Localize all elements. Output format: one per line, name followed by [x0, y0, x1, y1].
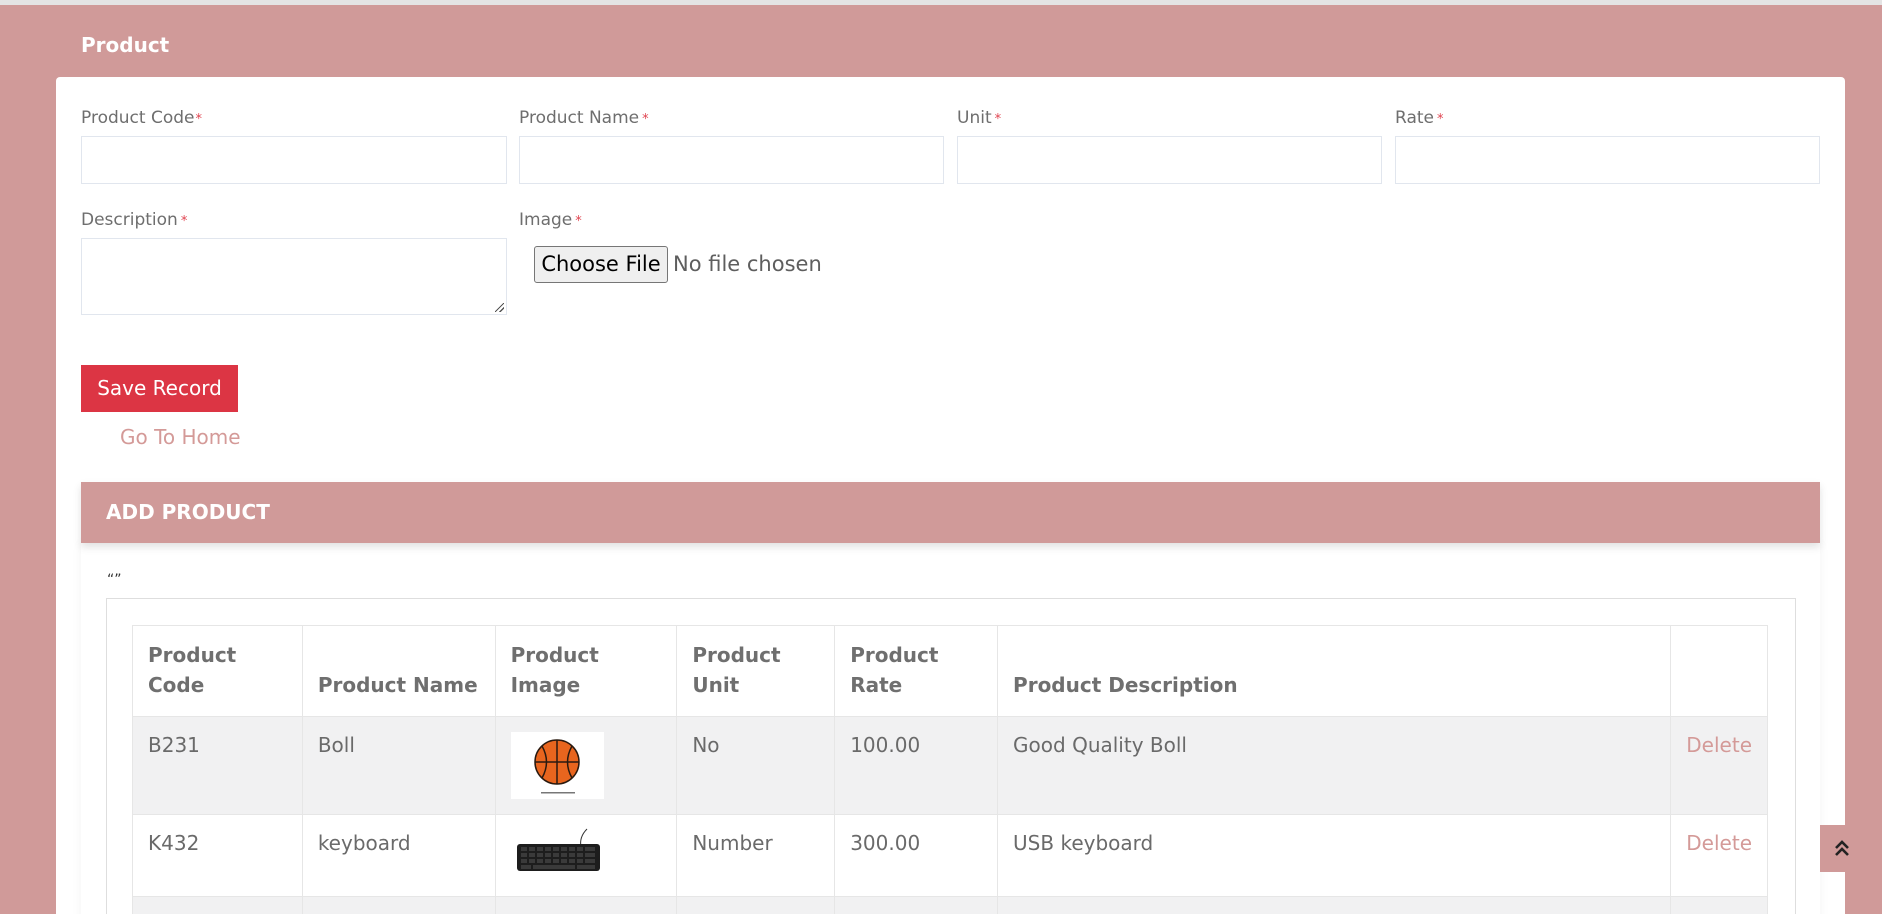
rate-label-text: Rate	[1395, 108, 1434, 128]
required-marker: *	[195, 112, 202, 127]
required-marker: *	[180, 214, 188, 229]
panel-header: ADD PRODUCT	[81, 482, 1820, 543]
cell-name: Boll	[301, 716, 496, 815]
product-code-label-text: Product Code	[81, 108, 195, 128]
cell-description	[997, 896, 1672, 914]
image-label-text: Image	[519, 210, 573, 230]
table-row	[132, 896, 1768, 914]
cell-action	[1670, 896, 1768, 914]
cell-rate: 300.00	[834, 814, 999, 897]
product-code-label: Product Code*	[81, 108, 202, 128]
table-header-row: Product Code Product Name Product Image …	[132, 625, 1768, 717]
cell-code: B231	[132, 716, 303, 815]
cell-image	[494, 896, 678, 914]
keyboard-icon	[510, 827, 604, 877]
cell-rate: 100.00	[834, 716, 999, 815]
required-marker: *	[1436, 112, 1444, 127]
rate-input[interactable]	[1395, 136, 1820, 184]
cell-description: Good Quality Boll	[997, 716, 1672, 815]
cell-action: Delete	[1670, 814, 1768, 897]
cell-name: keyboard	[301, 814, 496, 897]
table-row: B231 Boll No 100.00 Good Quality Boll De…	[132, 716, 1768, 815]
stray-text: “”	[107, 572, 122, 588]
cell-name	[301, 896, 496, 914]
cell-rate	[834, 896, 999, 914]
cell-unit: Number	[676, 814, 836, 897]
choose-file-button[interactable]: Choose File	[534, 246, 668, 283]
header-product-name[interactable]: Product Name	[301, 625, 496, 717]
description-textarea[interactable]	[81, 238, 507, 315]
products-table: Product Code Product Name Product Image …	[132, 625, 1768, 914]
cell-description: USB keyboard	[997, 814, 1672, 897]
rate-label: Rate *	[1395, 108, 1443, 128]
cell-action: Delete	[1670, 716, 1768, 815]
double-chevron-up-icon[interactable]	[1820, 825, 1864, 872]
cell-image	[494, 716, 678, 815]
required-marker: *	[642, 112, 649, 127]
panel-title: ADD PRODUCT	[106, 500, 270, 524]
header-product-rate[interactable]: Product Rate	[834, 625, 999, 717]
description-label: Description *	[81, 210, 187, 230]
cell-code	[132, 896, 303, 914]
save-record-button[interactable]: Save Record	[81, 365, 238, 412]
unit-label-text: Unit	[957, 108, 992, 128]
cell-code: K432	[132, 814, 303, 897]
required-marker: *	[994, 112, 1002, 127]
product-name-label: Product Name *	[519, 108, 649, 128]
header-product-unit[interactable]: Product Unit	[676, 625, 836, 717]
table-row: K432 keyboard Number 300.00 USB keyboard…	[132, 814, 1768, 897]
description-label-text: Description	[81, 210, 178, 230]
basketball-icon	[510, 732, 604, 799]
unit-label: Unit *	[957, 108, 1001, 128]
product-name-label-text: Product Name	[519, 108, 640, 128]
header-product-description[interactable]: Product Description	[997, 625, 1672, 717]
required-marker: *	[575, 214, 582, 229]
product-code-input[interactable]	[81, 136, 507, 184]
unit-input[interactable]	[957, 136, 1382, 184]
file-status-text: No file chosen	[673, 252, 822, 276]
product-name-input[interactable]	[519, 136, 944, 184]
top-border	[0, 0, 1882, 5]
delete-link[interactable]: Delete	[1686, 831, 1752, 855]
cell-unit	[676, 896, 836, 914]
cell-unit: No	[676, 716, 836, 815]
header-product-image[interactable]: Product Image	[494, 625, 678, 717]
delete-link[interactable]: Delete	[1686, 733, 1752, 757]
resize-grip-icon[interactable]	[495, 303, 504, 312]
page-title: Product	[81, 33, 170, 57]
image-label: Image *	[519, 210, 582, 230]
go-to-home-link[interactable]: Go To Home	[120, 425, 241, 449]
header-actions	[1670, 625, 1768, 717]
header-product-code[interactable]: Product Code	[132, 625, 303, 717]
cell-image	[494, 814, 678, 897]
